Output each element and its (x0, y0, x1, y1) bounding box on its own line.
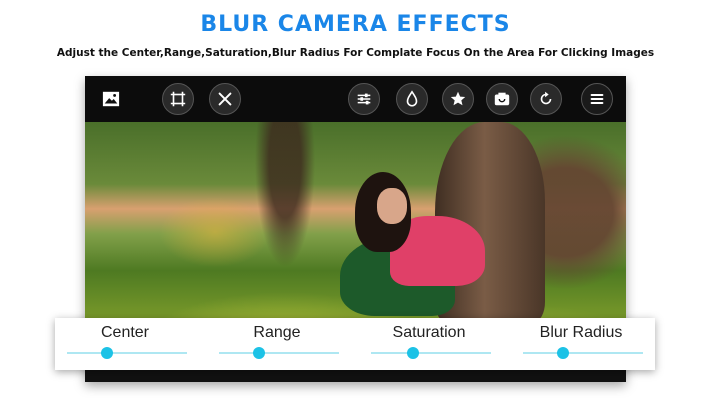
saturation-slider-group: Saturation (359, 318, 499, 370)
adjust-button[interactable] (348, 83, 380, 115)
camera-icon (494, 92, 510, 106)
star-button[interactable] (442, 83, 474, 115)
range-slider-group: Range (207, 318, 347, 370)
menu-button[interactable] (581, 83, 613, 115)
slider-panel: Center Range Saturation Blur Radius (55, 318, 655, 370)
center-slider-group: Center (55, 318, 195, 370)
camera-button[interactable] (486, 83, 518, 115)
page-subtitle: Adjust the Center,Range,Saturation,Blur … (56, 47, 655, 59)
blur-radius-slider-group: Blur Radius (511, 318, 651, 370)
blur-radius-label: Blur Radius (539, 324, 623, 341)
center-slider[interactable] (67, 347, 187, 359)
blur-radius-slider-thumb[interactable] (556, 347, 569, 359)
star-icon (450, 91, 466, 106)
close-button[interactable] (209, 83, 241, 115)
subject-face (377, 188, 407, 224)
rotate-button[interactable] (530, 83, 562, 115)
drop-button[interactable] (396, 83, 428, 115)
range-slider[interactable] (219, 347, 339, 359)
crop-button[interactable] (162, 83, 194, 115)
close-icon (218, 92, 232, 106)
saturation-label: Saturation (392, 324, 466, 341)
page-title: BLUR CAMERA EFFECTS (200, 12, 511, 37)
menu-icon (590, 93, 604, 105)
saturation-slider[interactable] (371, 347, 491, 359)
gallery-button[interactable] (95, 83, 127, 115)
blur-radius-slider[interactable] (523, 347, 643, 359)
center-slider-thumb[interactable] (100, 347, 113, 359)
range-label: Range (253, 324, 301, 341)
range-slider-thumb[interactable] (252, 347, 265, 359)
top-toolbar (85, 76, 626, 122)
crop-icon (170, 91, 186, 107)
adjust-icon (357, 93, 371, 105)
center-label: Center (100, 324, 150, 341)
saturation-slider-thumb[interactable] (407, 347, 419, 359)
drop-icon (406, 90, 418, 107)
rotate-icon (540, 91, 552, 105)
image-icon (102, 91, 120, 107)
